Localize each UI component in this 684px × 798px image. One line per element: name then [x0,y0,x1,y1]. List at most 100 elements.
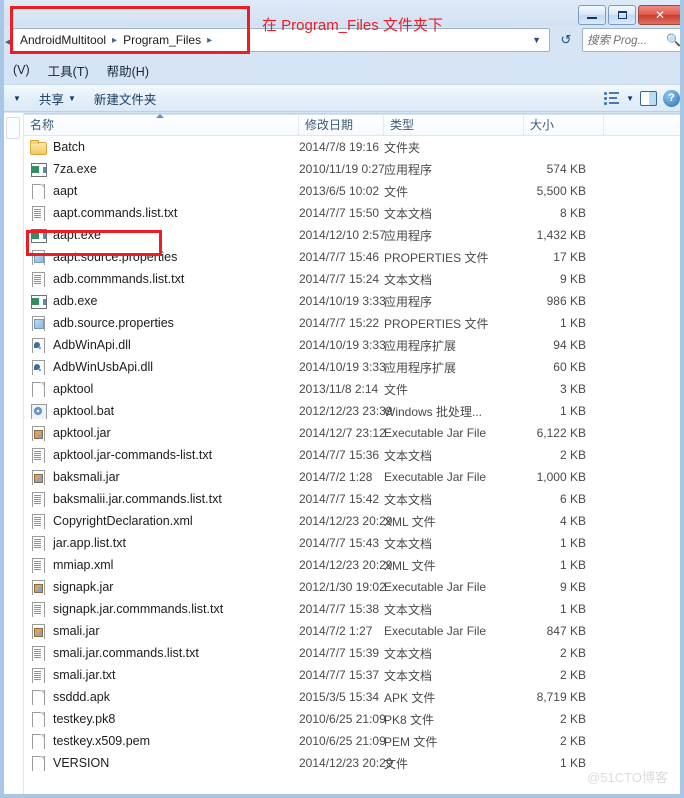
table-row[interactable]: apktool 2013/11/8 2:14 文件 3 KB [24,378,680,400]
file-date-cell: 2010/6/25 21:09 [299,712,386,726]
file-type-cell: Executable Jar File [384,426,487,440]
table-row[interactable]: signapk.jar.commmands.list.txt 2014/7/7 1… [24,598,680,620]
breadcrumb-item-1[interactable]: Program_Files [120,31,204,49]
table-row[interactable]: aapt.exe 2014/12/10 2:57 应用程序 1,432 KB [24,224,680,246]
file-date-cell: 2014/12/7 23:12 [299,426,386,440]
file-type-cell: 文本文档 [384,536,433,551]
column-header-blank [604,113,680,135]
file-name-label: aapt.commands.list.txt [53,206,178,220]
table-row[interactable]: adb.exe 2014/10/19 3:33 应用程序 986 KB [24,290,680,312]
table-row[interactable]: apktool.jar 2014/12/7 23:12 Executable Jar… [24,422,680,444]
navigation-pane[interactable] [4,113,24,794]
table-row[interactable]: testkey.x509.pem 2010/6/25 21:09 PEM 文件 2 K… [24,730,680,752]
file-name-cell: baksmalii.jar.commands.list.txt [24,491,299,507]
table-row[interactable]: testkey.pk8 2010/6/25 21:09 PK8 文件 2 KB [24,708,680,730]
file-size-cell: 2 KB [559,646,586,660]
nav-back-button[interactable]: ◀ [4,35,12,48]
file-size-cell: 2 KB [559,448,586,462]
view-chevron-down-icon[interactable]: ▼ [626,94,634,103]
table-row[interactable]: smali.jar.commands.list.txt 2014/7/7 15:3… [24,642,680,664]
prop-icon [30,249,46,265]
txt-icon [30,271,46,287]
search-box[interactable]: 搜索 Prog... 🔍 [582,28,680,52]
menu-item-view[interactable]: (V) [4,61,39,79]
file-size-cell: 2 KB [559,668,586,682]
file-type-cell: 文件 [384,756,409,771]
file-name-label: baksmali.jar [53,470,120,484]
organize-button[interactable]: ▼ [4,91,30,106]
breadcrumb-item-0[interactable]: AndroidMultitool [17,31,109,49]
refresh-icon[interactable]: ↺ [555,30,577,50]
file-name-label: smali.jar.commands.list.txt [53,646,199,660]
minimize-button[interactable] [578,5,606,25]
file-name-cell: Batch [24,139,299,155]
table-row[interactable]: apktool.jar-commands-list.txt 2014/7/7 15… [24,444,680,466]
table-row[interactable]: apktool.bat 2012/12/23 23:39 Windows 批处理..… [24,400,680,422]
table-row[interactable]: adb.commmands.list.txt 2014/7/7 15:24 文本文档… [24,268,680,290]
file-date-cell: 2014/10/19 3:33 [299,294,386,308]
table-row[interactable]: smali.jar 2014/7/2 1:27 Executable Jar Fil… [24,620,680,642]
preview-pane-icon[interactable] [640,90,657,106]
table-row[interactable]: ssddd.apk 2015/3/5 15:34 APK 文件 8,719 KB [24,686,680,708]
breadcrumb-separator-1[interactable]: ▸ [204,35,215,46]
file-size-cell: 2 KB [559,712,586,726]
file-icon [30,711,46,727]
share-button[interactable]: 共享 ▼ [30,86,85,111]
new-folder-label: 新建文件夹 [93,92,157,107]
table-row[interactable]: aapt.commands.list.txt 2014/7/7 15:50 文本文档… [24,202,680,224]
table-row[interactable]: adb.source.properties 2014/7/7 15:22 PROPE… [24,312,680,334]
file-type-cell: PROPERTIES 文件 [384,316,489,331]
exe-icon [30,293,47,309]
table-row[interactable]: 7za.exe 2010/11/19 0:27 应用程序 574 KB [24,158,680,180]
file-name-label: CopyrightDeclaration.xml [53,514,193,528]
table-row[interactable]: smali.jar.txt 2014/7/7 15:37 文本文档 2 KB [24,664,680,686]
file-list-view[interactable]: 名称 修改日期 类型 大小 Batch 2014/7/8 19:16 文件夹 7za.… [24,113,680,794]
close-button[interactable]: ✕ [638,5,680,25]
file-date-cell: 2014/12/23 20:29 [299,558,393,572]
search-input[interactable]: 搜索 Prog... [587,32,666,48]
table-row[interactable]: signapk.jar 2012/1/30 19:02 Executable Jar… [24,576,680,598]
column-header-type[interactable]: 类型 [384,113,524,135]
column-header-size[interactable]: 大小 [524,113,604,135]
file-name-cell: testkey.pk8 [24,711,299,727]
txt-icon [30,491,46,507]
jar-icon [30,425,46,441]
file-name-cell: AdbWinUsbApi.dll [24,359,299,375]
table-row[interactable]: aapt.source.properties 2014/7/7 15:46 PROP… [24,246,680,268]
address-dropdown-icon[interactable]: ▼ [532,35,545,45]
table-row[interactable]: CopyrightDeclaration.xml 2014/12/23 20:29… [24,510,680,532]
table-row[interactable]: jar.app.list.txt 2014/7/7 15:43 文本文档 1 KB [24,532,680,554]
table-row[interactable]: VERSION 2014/12/23 20:29 文件 1 KB [24,752,680,774]
watermark: @51CTO博客 [587,770,668,785]
table-row[interactable]: Batch 2014/7/8 19:16 文件夹 [24,136,680,158]
sort-ascending-icon [156,114,164,118]
menu-item-tools[interactable]: 工具(T) [39,59,98,82]
file-name-cell: 7za.exe [24,161,299,177]
file-icon [30,733,46,749]
column-header-date[interactable]: 修改日期 [299,113,384,135]
change-view-icon[interactable] [604,91,620,105]
help-icon[interactable]: ? [663,89,680,107]
menu-item-help[interactable]: 帮助(H) [98,59,158,82]
file-size-cell: 5,500 KB [536,184,586,198]
table-row[interactable]: AdbWinApi.dll 2014/10/19 3:33 应用程序扩展 94 KB [24,334,680,356]
table-row[interactable]: aapt 2013/6/5 10:02 文件 5,500 KB [24,180,680,202]
file-name-label: testkey.x509.pem [53,734,151,748]
file-name-label: apktool.jar [53,426,111,440]
file-type-cell: 应用程序扩展 [384,360,457,375]
table-row[interactable]: AdbWinUsbApi.dll 2014/10/19 3:33 应用程序扩展 60 … [24,356,680,378]
file-name-label: baksmalii.jar.commands.list.txt [53,492,222,506]
table-row[interactable]: baksmalii.jar.commands.list.txt 2014/7/7 … [24,488,680,510]
file-type-cell: Executable Jar File [384,580,487,594]
close-icon: ✕ [654,8,666,22]
file-name-label: ssddd.apk [53,690,110,704]
txt-icon [30,645,46,661]
new-folder-button[interactable]: 新建文件夹 [85,86,166,111]
maximize-button[interactable] [608,5,636,25]
file-name-label: apktool.jar-commands-list.txt [53,448,213,462]
table-row[interactable]: mmiap.xml 2014/12/23 20:29 XML 文件 1 KB [24,554,680,576]
table-row[interactable]: baksmali.jar 2014/7/2 1:28 Executable Jar … [24,466,680,488]
file-type-cell: PK8 文件 [384,712,435,727]
file-size-cell: 6,122 KB [536,426,586,440]
address-bar[interactable]: AndroidMultitool ▸ Program_Files ▸ ▼ [12,28,550,52]
